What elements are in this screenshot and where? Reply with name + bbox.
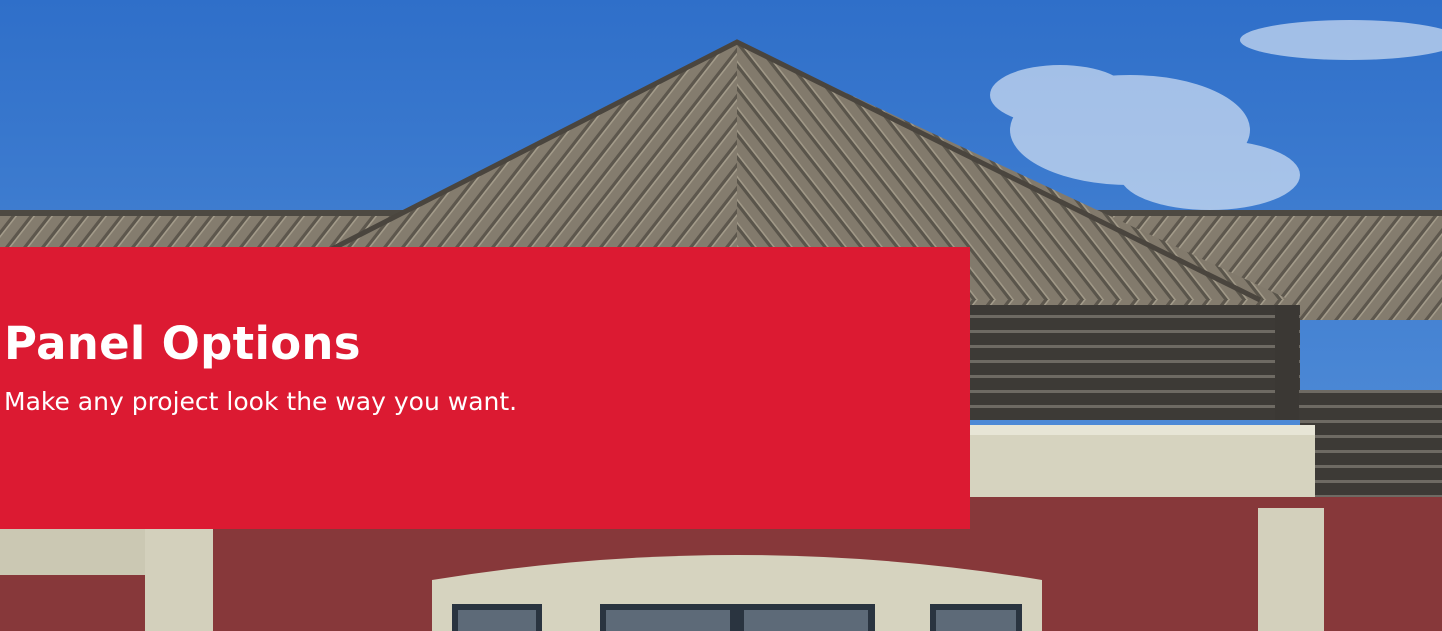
page-subtitle: Make any project look the way you want. bbox=[4, 387, 518, 416]
hero-card: Panel Options Make any project look the … bbox=[0, 247, 970, 529]
page-title: Panel Options bbox=[4, 317, 361, 370]
hero-banner: Panel Options Make any project look the … bbox=[0, 0, 1442, 631]
